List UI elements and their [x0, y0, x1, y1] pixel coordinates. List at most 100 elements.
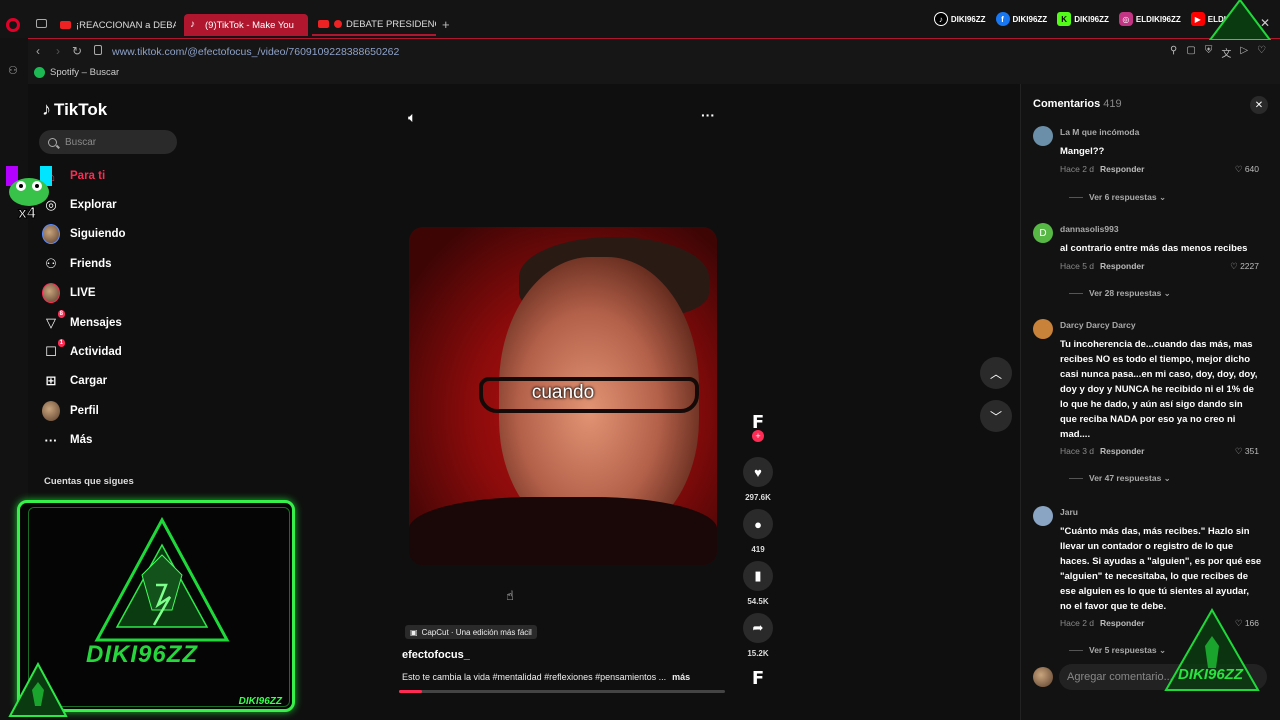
sidebar-item-cargar[interactable]: ⊞ Cargar	[42, 369, 108, 393]
view-replies-button[interactable]: Ver 28 respuestas ⌄	[1069, 288, 1171, 299]
snapshot-icon[interactable]: ▢	[1186, 45, 1195, 60]
like-button[interactable]: ♥ 297.6K	[738, 457, 778, 502]
sidebar-item-perfil[interactable]: Perfil	[42, 399, 99, 423]
url-field[interactable]: www.tiktok.com/@efectofocus_/video/76091…	[112, 46, 399, 58]
friends-icon: ⚇	[45, 256, 57, 271]
view-replies-label: Ver 6 respuestas	[1089, 192, 1157, 202]
comment-username[interactable]: Darcy Darcy Darcy	[1060, 320, 1136, 330]
comment-username[interactable]: dannasolis993	[1060, 224, 1119, 234]
sidebar-item-actividad[interactable]: ☐ 1 Actividad	[42, 339, 122, 364]
tiktok-icon: ♪	[42, 99, 51, 119]
search-input[interactable]: Buscar	[39, 130, 177, 154]
heart-icon[interactable]: ♡	[1257, 45, 1266, 60]
next-video-button[interactable]: ﹀	[980, 400, 1012, 432]
avatar[interactable]	[1033, 126, 1053, 146]
send-icon[interactable]: ▷	[1240, 45, 1248, 60]
view-replies-label: Ver 28 respuestas	[1089, 288, 1162, 298]
reply-button[interactable]: Responder	[1100, 164, 1144, 174]
comment-like[interactable]: ♡ 2227	[1230, 261, 1259, 272]
avatar[interactable]	[1033, 506, 1053, 526]
mouse-cursor-icon: ☝︎	[506, 588, 514, 603]
comment-time: Hace 3 d	[1060, 446, 1095, 456]
comment-username[interactable]: Jaru	[1060, 507, 1078, 517]
close-window-icon[interactable]: ✕	[1260, 16, 1270, 30]
avatar	[42, 401, 60, 421]
address-bar: ‹ › ↻ www.tiktok.com/@efectofocus_/video…	[28, 38, 1280, 64]
creator-avatar[interactable]: F +	[738, 412, 778, 442]
comments-title: Comentarios 419	[1033, 98, 1122, 110]
volume-icon[interactable]: 🔈︎	[408, 109, 416, 126]
comment-like[interactable]: ♡ 640	[1235, 164, 1259, 175]
heart-outline-icon: ♡	[1234, 446, 1243, 456]
comment-button[interactable]: ● 419	[738, 509, 778, 554]
pin-icon[interactable]: ⚲	[1170, 45, 1177, 60]
comment-like-count: 351	[1244, 446, 1259, 456]
video-caption: cuando	[531, 382, 595, 403]
reply-button[interactable]: Responder	[1100, 446, 1144, 456]
save-button[interactable]: ▮ 54.5K	[738, 561, 778, 606]
social-handle: DIKI96ZZ	[1012, 14, 1048, 24]
sidebar-item-friends[interactable]: ⚇ Friends	[42, 252, 111, 276]
send-icon: ▽ 8	[46, 310, 65, 330]
comment-meta: Hace 3 d Responder	[1060, 446, 1144, 456]
shield-icon[interactable]: ⛨	[1205, 45, 1213, 60]
sidebar-item-live[interactable]: LIVE	[42, 281, 96, 305]
forward-button[interactable]: ›	[56, 44, 60, 58]
browser-tab[interactable]: ¡REACCIONAN a DEBA	[54, 14, 176, 36]
sidebar-item-label: Cargar	[70, 375, 108, 387]
logo-text: TikTok	[54, 99, 108, 119]
back-button[interactable]: ‹	[36, 44, 40, 58]
browser-tab-active[interactable]: ♪ (9)TikTok - Make You	[184, 14, 308, 36]
bookmarks-bar: Spotify – Buscar	[28, 64, 1280, 84]
following-section-title: Cuentas que sigues	[44, 476, 134, 487]
sidebar-item-label: Actividad	[70, 346, 122, 358]
view-replies-button[interactable]: Ver 6 respuestas ⌄	[1069, 192, 1166, 203]
music-disc[interactable]: F	[738, 668, 778, 689]
kick-icon: K	[1057, 12, 1072, 26]
youtube-icon	[60, 21, 71, 29]
view-replies-button[interactable]: Ver 47 respuestas ⌄	[1069, 473, 1171, 484]
progress-fill	[399, 690, 422, 693]
bookmark-spotify[interactable]: Spotify – Buscar	[34, 67, 119, 78]
reply-button[interactable]: Responder	[1100, 261, 1144, 271]
aria-icon[interactable]: ⚇	[8, 64, 18, 77]
opera-logo-icon[interactable]	[6, 18, 20, 32]
sidebar-item-siguiendo[interactable]: Siguiendo	[42, 222, 126, 246]
new-tab-button[interactable]: +	[442, 17, 450, 32]
more-link[interactable]: más	[672, 672, 690, 682]
browser-tab[interactable]: DEBATE PRESIDENCIA	[312, 14, 436, 36]
reply-button[interactable]: Responder	[1100, 618, 1144, 628]
video-progress-bar[interactable]	[399, 690, 725, 693]
avatar[interactable]	[1033, 319, 1053, 339]
stream-brand-bottom: DIKI96ZZ	[1178, 666, 1244, 683]
close-comments-button[interactable]: ✕	[1250, 96, 1268, 114]
avatar[interactable]: D	[1033, 223, 1053, 243]
tab-overview-icon[interactable]	[36, 19, 47, 28]
sidebar-item-label: Mensajes	[70, 317, 122, 329]
live-dot-icon	[334, 20, 342, 28]
comment-username[interactable]: La M que incómoda	[1060, 127, 1139, 137]
comment-text: "Cuánto más das, más recibes." Hazlo sin…	[1060, 526, 1262, 612]
frog-mascot-overlay: x4	[6, 166, 52, 222]
tiktok-logo[interactable]: ♪ TikTok	[42, 99, 107, 120]
tab-label: ¡REACCIONAN a DEBA	[76, 19, 176, 31]
more-options-icon[interactable]: ···	[701, 107, 715, 123]
previous-video-button[interactable]: ︿	[980, 357, 1012, 389]
bookmark-icon: ▮	[743, 561, 773, 591]
sidebar-item-label: Siguiendo	[70, 228, 126, 240]
reload-button[interactable]: ↻	[72, 44, 82, 58]
sidebar-item-label: Más	[70, 434, 93, 446]
comment-like[interactable]: ♡ 351	[1235, 446, 1259, 457]
chevron-up-icon: ︿	[989, 366, 1002, 381]
capcut-tag[interactable]: ▣ CapCut · Una edición más fácil	[405, 625, 537, 639]
video-player[interactable]: cuando	[409, 227, 717, 565]
sidebar-item-mas[interactable]: ··· Más	[42, 428, 93, 452]
heart-outline-icon: ♡	[1230, 261, 1238, 271]
wolf-corner-logo-icon	[8, 661, 68, 717]
translate-icon[interactable]: 文	[1221, 45, 1231, 60]
sidebar-item-mensajes[interactable]: ▽ 8 Mensajes	[42, 310, 122, 335]
video-author[interactable]: efectofocus_	[402, 649, 470, 661]
description-text: Esto te cambia la vida #mentalidad #refl…	[402, 672, 667, 682]
share-button[interactable]: ➦ 15.2K	[738, 613, 778, 658]
tiktok-icon: ♪	[190, 19, 195, 30]
